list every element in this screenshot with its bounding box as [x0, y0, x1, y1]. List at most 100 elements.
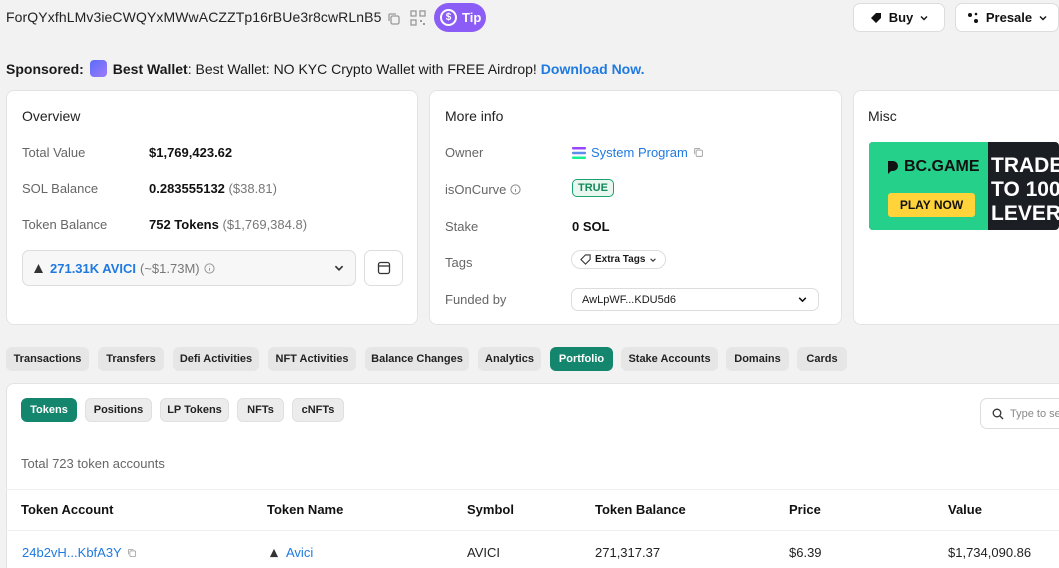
owner-link[interactable]: System Program — [591, 145, 688, 160]
tab-transactions[interactable]: Transactions — [6, 347, 89, 371]
buy-button[interactable]: Buy — [853, 3, 945, 32]
oncurve-label: isOnCurve — [445, 182, 507, 197]
overview-title: Overview — [22, 108, 81, 124]
chevron-down-icon — [798, 297, 807, 303]
avici-token-icon — [269, 548, 279, 557]
token-value-cell: $1,734,090.86 — [948, 545, 1032, 560]
download-link[interactable]: Download Now. — [541, 61, 645, 77]
sol-balance-usd: ($38.81) — [228, 181, 277, 196]
stake-value: 0 SOL — [572, 219, 610, 234]
chevron-down-icon — [334, 265, 344, 271]
presale-button[interactable]: Presale — [955, 3, 1059, 32]
subtab-nfts[interactable]: NFTs — [237, 398, 284, 422]
tag-icon — [580, 254, 591, 265]
tab-stake-accounts[interactable]: Stake Accounts — [621, 347, 718, 371]
total-value-label: Total Value — [22, 145, 86, 160]
subtab-positions[interactable]: Positions — [85, 398, 152, 422]
more-info-title: More info — [445, 108, 504, 124]
bc-game-ad-banner[interactable]: BC.GAME PLAY NOW TRADE TO 100 LEVER — [869, 142, 1059, 230]
best-wallet-logo-icon — [89, 60, 107, 77]
info-icon — [204, 262, 215, 274]
chevron-down-icon — [650, 257, 657, 262]
ad-headline: TRADE TO 100 LEVER — [991, 154, 1059, 225]
th-token-account: Token Account — [21, 502, 114, 517]
tab-transfers[interactable]: Transfers — [98, 347, 164, 371]
token-account-link[interactable]: 24b2vH...KbfA3Y — [22, 545, 122, 560]
subtab-tokens[interactable]: Tokens — [21, 398, 77, 422]
tab-analytics[interactable]: Analytics — [478, 347, 541, 371]
tip-button[interactable]: $ Tip — [434, 3, 486, 32]
extra-tags-label: Extra Tags — [595, 254, 646, 265]
sol-balance-value: 0.283555132 — [149, 181, 225, 196]
play-now-button[interactable]: PLAY NOW — [888, 193, 975, 217]
tab-portfolio[interactable]: Portfolio — [550, 347, 613, 371]
th-value: Value — [948, 502, 982, 517]
buy-label: Buy — [888, 10, 914, 25]
extra-tags-button[interactable]: Extra Tags — [571, 250, 667, 269]
sponsor-name: Best Wallet — [112, 60, 188, 77]
tab-defi-activities[interactable]: Defi Activities — [173, 347, 259, 371]
token-balance-value: 752 Tokens — [149, 217, 219, 232]
tab-cards[interactable]: Cards — [797, 347, 847, 371]
token-balance-label: Token Balance — [22, 217, 108, 232]
token-select-usd: (~$1.73M) — [140, 260, 200, 276]
funded-by-label: Funded by — [445, 292, 507, 307]
window-icon — [377, 261, 390, 275]
more-info-card: More info Owner System Program isOnCurve… — [429, 90, 842, 325]
oncurve-badge: TRUE — [572, 179, 614, 197]
search-icon — [992, 408, 1004, 419]
solana-icon — [572, 146, 586, 159]
total-value: $1,769,423.62 — [149, 145, 233, 160]
presale-label: Presale — [985, 10, 1033, 25]
funded-by-value: AwLpWF...KDU5d6 — [582, 293, 676, 306]
tab-domains[interactable]: Domains — [726, 347, 789, 371]
token-accounts-summary: Total 723 token accounts — [21, 456, 165, 471]
th-symbol: Symbol — [467, 502, 514, 517]
account-address: ForQYxfhLMv3ieCWQYxMWwACZZTp16rBUe3r8cwR… — [6, 9, 382, 25]
token-name-link[interactable]: Avici — [286, 545, 313, 560]
avici-token-icon — [34, 263, 43, 273]
th-token-balance: Token Balance — [595, 502, 686, 517]
qr-code-icon[interactable] — [409, 9, 427, 27]
stake-label: Stake — [445, 219, 479, 234]
token-search-input[interactable]: Type to se — [980, 398, 1059, 429]
th-token-name: Token Name — [267, 502, 344, 517]
token-select-dropdown[interactable]: 271.31K AVICI (~$1.73M) — [22, 250, 356, 286]
token-details-button[interactable] — [364, 250, 403, 286]
chevron-down-icon — [920, 15, 928, 20]
sponsor-text: : Best Wallet: NO KYC Crypto Wallet with… — [187, 60, 537, 77]
table-row: 24b2vH...KbfA3Y — [22, 545, 137, 560]
tab-balance-changes[interactable]: Balance Changes — [365, 347, 469, 371]
tags-label: Tags — [445, 255, 473, 270]
table-divider — [6, 489, 1059, 490]
funded-by-dropdown[interactable]: AwLpWF...KDU5d6 — [571, 288, 819, 311]
th-price: Price — [789, 502, 821, 517]
copy-icon[interactable] — [127, 548, 137, 558]
header-divider — [6, 530, 1059, 531]
subtab-cnfts[interactable]: cNFTs — [292, 398, 344, 422]
info-icon[interactable] — [510, 184, 522, 195]
overview-card: Overview Total Value $1,769,423.62 SOL B… — [6, 90, 418, 325]
owner-label: Owner — [445, 145, 484, 160]
token-balance-usd: ($1,769,384.8) — [222, 217, 308, 232]
misc-title: Misc — [868, 108, 897, 124]
sponsored-banner: Sponsored: Best Wallet: Best Wallet: NO … — [6, 60, 645, 77]
tip-label: Tip — [462, 10, 482, 25]
search-placeholder: Type to se — [1010, 407, 1059, 420]
token-price-cell: $6.39 — [789, 545, 822, 560]
tab-nft-activities[interactable]: NFT Activities — [268, 347, 356, 371]
sparkle-icon — [967, 12, 978, 23]
tag-icon — [870, 12, 881, 23]
subtab-lp-tokens[interactable]: LP Tokens — [160, 398, 229, 422]
copy-icon[interactable] — [385, 10, 403, 28]
chevron-down-icon — [1039, 15, 1047, 20]
bc-game-logo: BC.GAME — [884, 158, 980, 176]
token-balance-cell: 271,317.37 — [595, 545, 661, 560]
token-select-value: 271.31K AVICI — [50, 260, 136, 276]
sponsored-prefix: Sponsored: — [6, 60, 84, 77]
dollar-coin-icon: $ — [440, 9, 457, 26]
token-symbol: AVICI — [467, 545, 500, 560]
bc-game-logo-icon — [887, 161, 898, 174]
copy-icon[interactable] — [693, 147, 704, 158]
sol-balance-label: SOL Balance — [22, 181, 99, 196]
